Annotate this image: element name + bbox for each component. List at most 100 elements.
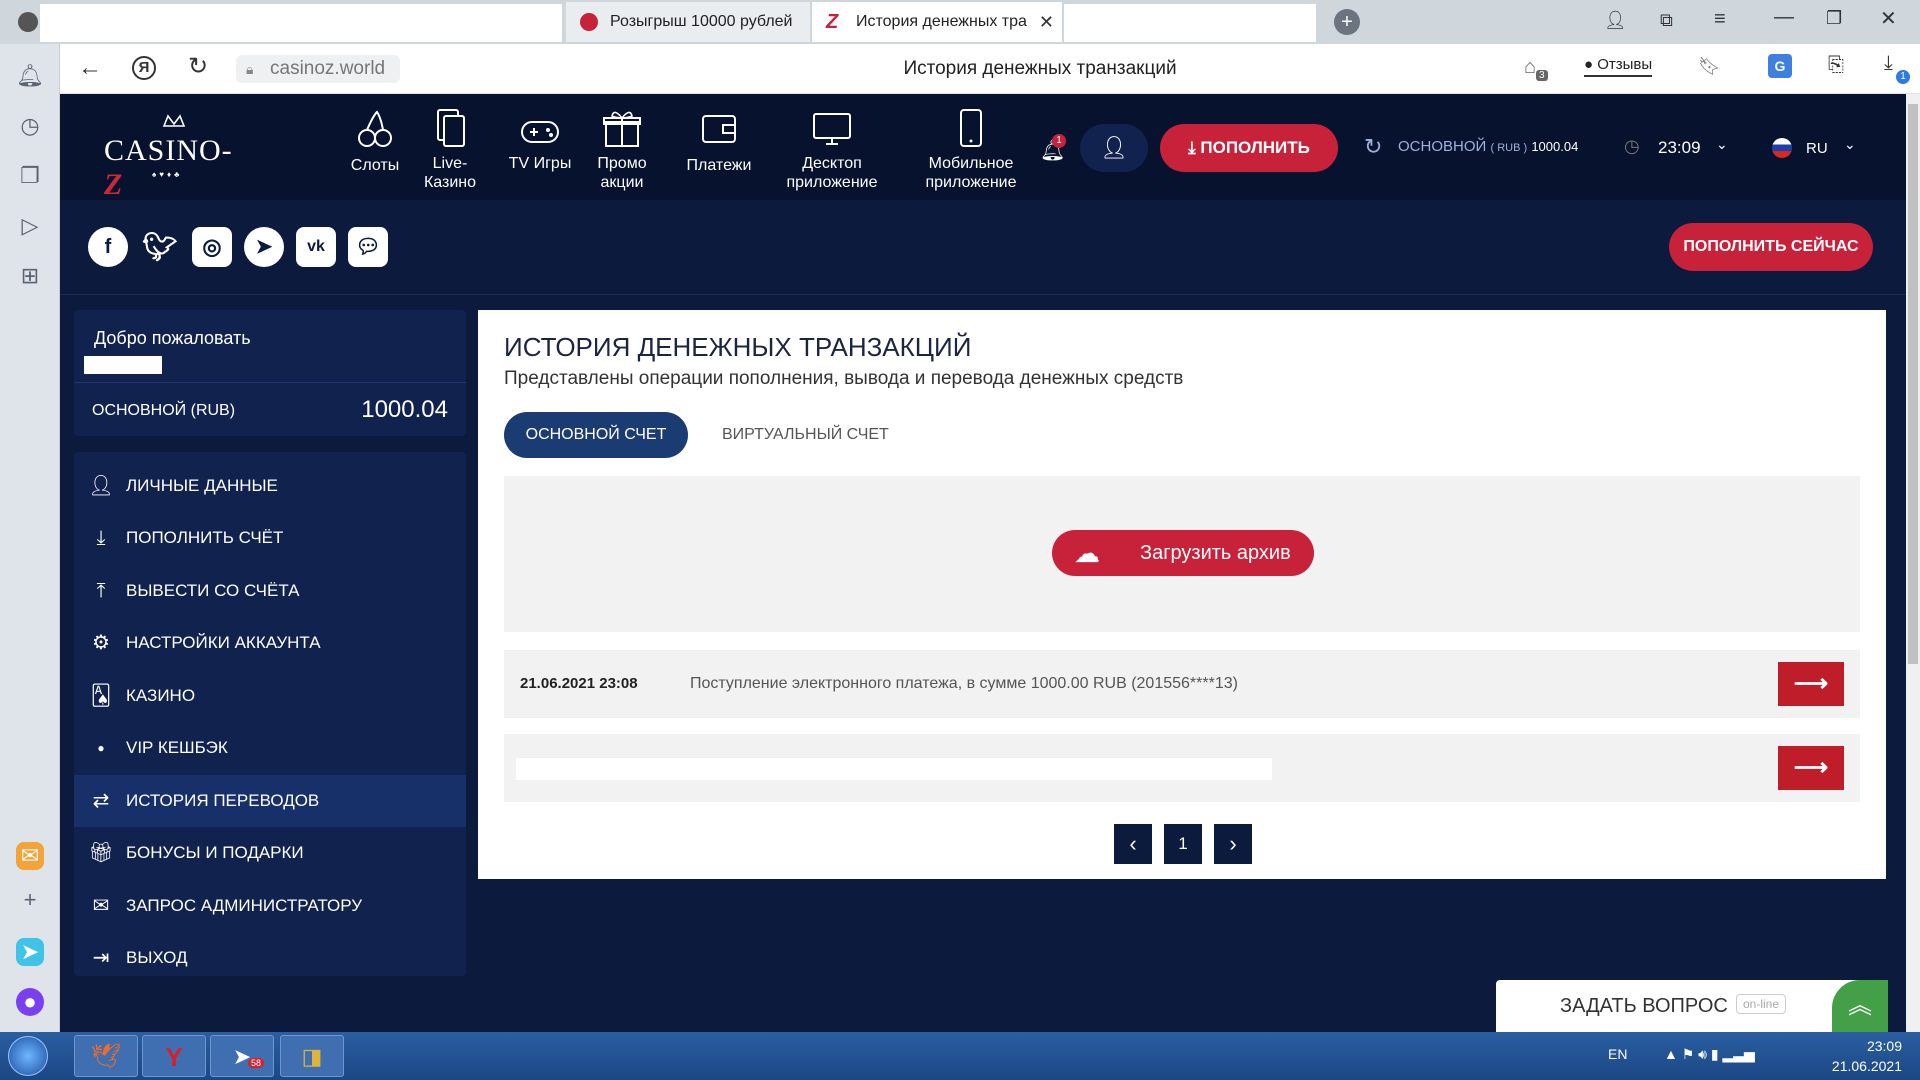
close-window-icon[interactable]: ✕ bbox=[1880, 6, 1897, 31]
menu-label: КАЗИНО bbox=[126, 686, 196, 705]
menu-admin-request[interactable]: ✉ ЗАПРОС АДМИНИСТРАТОРУ bbox=[74, 880, 466, 932]
twitter-icon[interactable]: 🐦︎ bbox=[140, 227, 180, 267]
browser-sidebar: 🔔︎ ◷ ❐ ▷ ⊞ ✉ + ➤ ● bbox=[0, 0, 60, 1032]
url-field[interactable]: 🔒︎ casinoz.world bbox=[236, 55, 400, 83]
collections-icon[interactable]: ❐ bbox=[16, 162, 44, 190]
add-icon[interactable]: + bbox=[16, 886, 44, 914]
tray-icons[interactable]: ▲ ⚑ 🔊︎ ▮ ▂▃▅ bbox=[1664, 1046, 1755, 1063]
chat-icon[interactable]: 💬︎ bbox=[348, 227, 388, 267]
restore-icon[interactable]: ❐ bbox=[1826, 8, 1842, 29]
video-icon[interactable]: ▷ bbox=[16, 212, 44, 240]
tab-giveaway[interactable]: Розыгрыш 10000 рублей bbox=[566, 2, 810, 42]
apps-grid-icon[interactable]: ⊞ bbox=[16, 262, 44, 290]
reviews-button[interactable]: ● Отзывы bbox=[1584, 56, 1653, 77]
menu-bonuses[interactable]: 🎁︎ БОНУСЫ И ПОДАРКИ bbox=[74, 827, 466, 879]
bookmark-icon[interactable]: 🔖︎ bbox=[1698, 56, 1721, 77]
close-icon[interactable]: ✕ bbox=[1039, 2, 1054, 42]
ask-question-widget[interactable]: ЗАДАТЬ ВОПРОС on-line ︽ bbox=[1496, 980, 1888, 1032]
chevron-down-icon[interactable]: ⌄ bbox=[1716, 136, 1728, 153]
menu-logout[interactable]: ⇥ ВЫХОД bbox=[74, 932, 466, 984]
yandex-browser-icon[interactable]: Y bbox=[142, 1035, 206, 1077]
tab-history[interactable]: Z История денежных тра ✕ bbox=[812, 2, 1062, 42]
mail-app-icon[interactable]: ✉ bbox=[16, 842, 44, 870]
tab-placeholder bbox=[1064, 4, 1316, 42]
nav-tv-games[interactable]: TV Игры bbox=[500, 108, 580, 173]
menu-label: ВЫХОД bbox=[126, 948, 188, 967]
history-icon[interactable]: ◷ bbox=[16, 112, 44, 140]
minimize-icon[interactable]: — bbox=[1774, 6, 1794, 29]
page-prev-button[interactable]: ‹ bbox=[1114, 824, 1152, 864]
clock: 23:09 bbox=[1866, 1038, 1902, 1054]
arrow-right-icon[interactable]: ⟶ bbox=[1778, 746, 1844, 790]
arrow-right-icon[interactable]: ⟶ bbox=[1778, 662, 1844, 706]
menu-personal-data[interactable]: 👤︎ ЛИЧНЫЕ ДАННЫЕ bbox=[74, 460, 466, 512]
nav-desktop-app[interactable]: Десктоп приложение bbox=[772, 108, 892, 192]
casino-z-logo[interactable]: CASINO-Z ♠♥♦♣ bbox=[104, 114, 244, 201]
telegram-icon[interactable]: ➤ bbox=[210, 1035, 274, 1077]
yandex-icon[interactable]: Я bbox=[132, 56, 156, 80]
messenger-app-icon[interactable]: ➤ bbox=[16, 938, 44, 966]
vk-icon[interactable]: vk bbox=[296, 227, 336, 267]
deposit-now-button[interactable]: ПОПОЛНИТЬ СЕЙЧАС bbox=[1669, 223, 1873, 271]
tab-virtual-account[interactable]: ВИРТУАЛЬНЫЙ СЧЕТ bbox=[722, 412, 889, 458]
nav-payments[interactable]: Платежи bbox=[674, 108, 764, 175]
chip-icon bbox=[580, 13, 598, 31]
back-icon[interactable]: ← bbox=[78, 54, 102, 82]
tab-label: Розыгрыш 10000 рублей bbox=[610, 13, 793, 30]
nav-live-casino[interactable]: Live-Казино bbox=[408, 108, 492, 192]
chevron-up-icon[interactable]: ︽ bbox=[1832, 980, 1888, 1032]
menu-withdraw[interactable]: ⤒ ВЫВЕСТИ СО СЧЁТА bbox=[74, 565, 466, 617]
cherry-icon bbox=[358, 110, 392, 147]
menu-vip-cashback[interactable]: ● VIP КЕШБЭК bbox=[74, 722, 466, 774]
extensions-icon[interactable]: ⎘ bbox=[1828, 54, 1844, 77]
page-next-button[interactable]: › bbox=[1214, 824, 1252, 864]
menu-casino[interactable]: 🂡 КАЗИНО bbox=[74, 670, 466, 722]
account-value: 1000.04 bbox=[361, 396, 448, 423]
download-icon[interactable]: ⤓ bbox=[1884, 52, 1893, 75]
alice-icon[interactable]: ● bbox=[16, 988, 44, 1016]
instagram-icon[interactable]: ◎ bbox=[192, 227, 232, 267]
address-bar: ← Я ↻ 🔒︎ casinoz.world История денежных … bbox=[60, 44, 1920, 94]
language-indicator[interactable]: EN bbox=[1608, 1046, 1627, 1062]
language-label[interactable]: RU bbox=[1806, 140, 1828, 157]
nav-mobile-app[interactable]: Мобильное приложение bbox=[896, 108, 1046, 192]
user-icon[interactable]: 👤︎ bbox=[1080, 124, 1148, 172]
page-current-button[interactable]: 1 bbox=[1164, 824, 1202, 864]
table-row: ⟶ bbox=[504, 734, 1860, 802]
account-icon[interactable]: 👤︎ bbox=[1604, 10, 1627, 31]
start-button-icon[interactable] bbox=[8, 1036, 48, 1076]
scrollbar-thumb[interactable] bbox=[1908, 104, 1918, 664]
menu-deposit[interactable]: ⤓ ПОПОЛНИТЬ СЧЁТ bbox=[74, 512, 466, 564]
nav-slots[interactable]: Слоты bbox=[330, 108, 420, 175]
download-archive-button[interactable]: ☁ Загрузить архив bbox=[1052, 530, 1314, 576]
bell-icon[interactable]: 🔔︎ bbox=[16, 62, 44, 90]
facebook-icon[interactable]: f bbox=[88, 227, 128, 267]
collections-icon[interactable]: ⌂ bbox=[1524, 56, 1536, 79]
refresh-icon[interactable]: ↻ bbox=[1364, 134, 1382, 160]
deposit-label: ПОПОЛНИТЬ bbox=[1200, 138, 1310, 157]
username-redacted bbox=[84, 356, 162, 374]
bird-app-icon[interactable]: 🕊︎ bbox=[74, 1035, 138, 1077]
account-menu: 👤︎ ЛИЧНЫЕ ДАННЫЕ ⤓ ПОПОЛНИТЬ СЧЁТ ⤒ ВЫВЕСТИ… bbox=[74, 452, 466, 976]
menu-icon[interactable]: ≡ bbox=[1714, 8, 1726, 31]
archive-box: ☁ Загрузить архив bbox=[504, 476, 1860, 632]
menu-account-settings[interactable]: ⚙ НАСТРОЙКИ АККАУНТА bbox=[74, 617, 466, 669]
telegram-icon[interactable]: ➤ bbox=[244, 227, 284, 267]
new-tab-icon[interactable]: + bbox=[1334, 9, 1360, 35]
deposit-button[interactable]: ⤓ ПОПОЛНИТЬ bbox=[1160, 124, 1338, 172]
reload-icon[interactable]: ↻ bbox=[188, 52, 208, 81]
upload-icon: ⤒ bbox=[96, 580, 106, 602]
transaction-text: Поступление электронного платежа, в сумм… bbox=[690, 675, 1238, 692]
page-heading: ИСТОРИЯ ДЕНЕЖНЫХ ТРАНЗАКЦИЙ bbox=[504, 332, 972, 362]
dot-icon: ● bbox=[97, 741, 105, 755]
chevron-down-icon[interactable]: ⌄ bbox=[1844, 136, 1856, 153]
tab-main-account[interactable]: ОСНОВНОЙ СЧЕТ bbox=[504, 412, 688, 458]
translate-icon[interactable]: G bbox=[1768, 54, 1792, 78]
russia-flag-icon[interactable] bbox=[1772, 138, 1792, 158]
menu-transfer-history[interactable]: ⇄ ИСТОРИЯ ПЕРЕВОДОВ bbox=[74, 775, 466, 827]
tabs-icon[interactable]: ⧉ bbox=[1660, 10, 1673, 31]
nav-promo[interactable]: Промо акции bbox=[582, 108, 662, 192]
download-badge: 1 bbox=[1896, 70, 1910, 84]
scrollbar[interactable] bbox=[1906, 94, 1920, 1032]
app-icon[interactable]: ◨ bbox=[280, 1035, 344, 1077]
